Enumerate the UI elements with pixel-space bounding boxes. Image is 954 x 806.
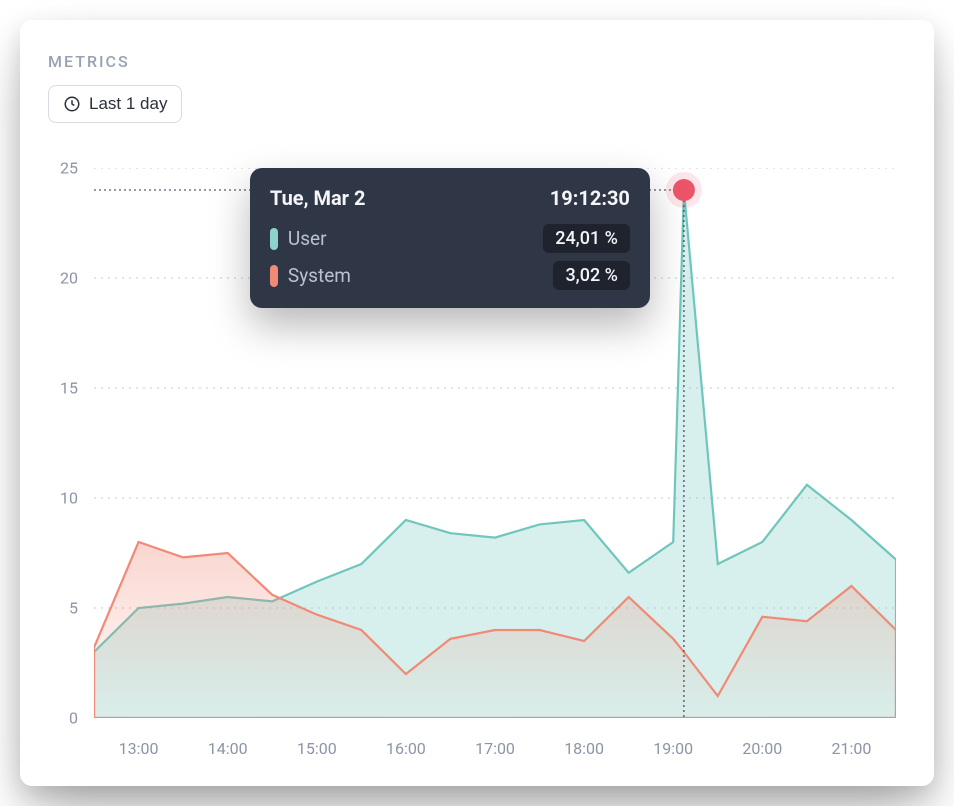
tooltip-row: System 3,02 % [270,261,630,290]
x-tick-label: 19:00 [653,739,693,758]
x-tick-label: 20:00 [742,739,782,758]
chart-tooltip: Tue, Mar 2 19:12:30 User 24,01 % System 3,0… [250,168,650,308]
legend-swatch [270,228,278,250]
tooltip-row: User 24,01 % [270,224,630,253]
clock-icon [63,95,81,113]
metrics-card: METRICS Last 1 day 0 5 10 15 20 25 [20,20,934,786]
legend-value: 24,01 % [543,224,630,253]
legend-value: 3,02 % [553,261,629,290]
x-tick-label: 17:00 [475,739,515,758]
y-tick-label: 20 [48,269,78,288]
time-range-button[interactable]: Last 1 day [48,85,182,123]
panel-title: METRICS [48,52,906,71]
x-tick-label: 18:00 [564,739,604,758]
y-tick-label: 0 [48,709,78,728]
x-tick-label: 15:00 [297,739,337,758]
y-tick-label: 25 [48,159,78,178]
legend-label: User [288,227,533,250]
y-tick-label: 5 [48,599,78,618]
legend-label: System [288,264,544,287]
x-tick-label: 14:00 [208,739,248,758]
x-tick-label: 21:00 [832,739,872,758]
x-tick-label: 16:00 [386,739,426,758]
tooltip-date: Tue, Mar 2 [270,186,366,210]
time-range-label: Last 1 day [89,94,167,114]
y-tick-label: 10 [48,489,78,508]
legend-swatch [270,265,278,287]
tooltip-time: 19:12:30 [550,186,630,210]
x-tick-label: 13:00 [119,739,159,758]
y-tick-label: 15 [48,379,78,398]
